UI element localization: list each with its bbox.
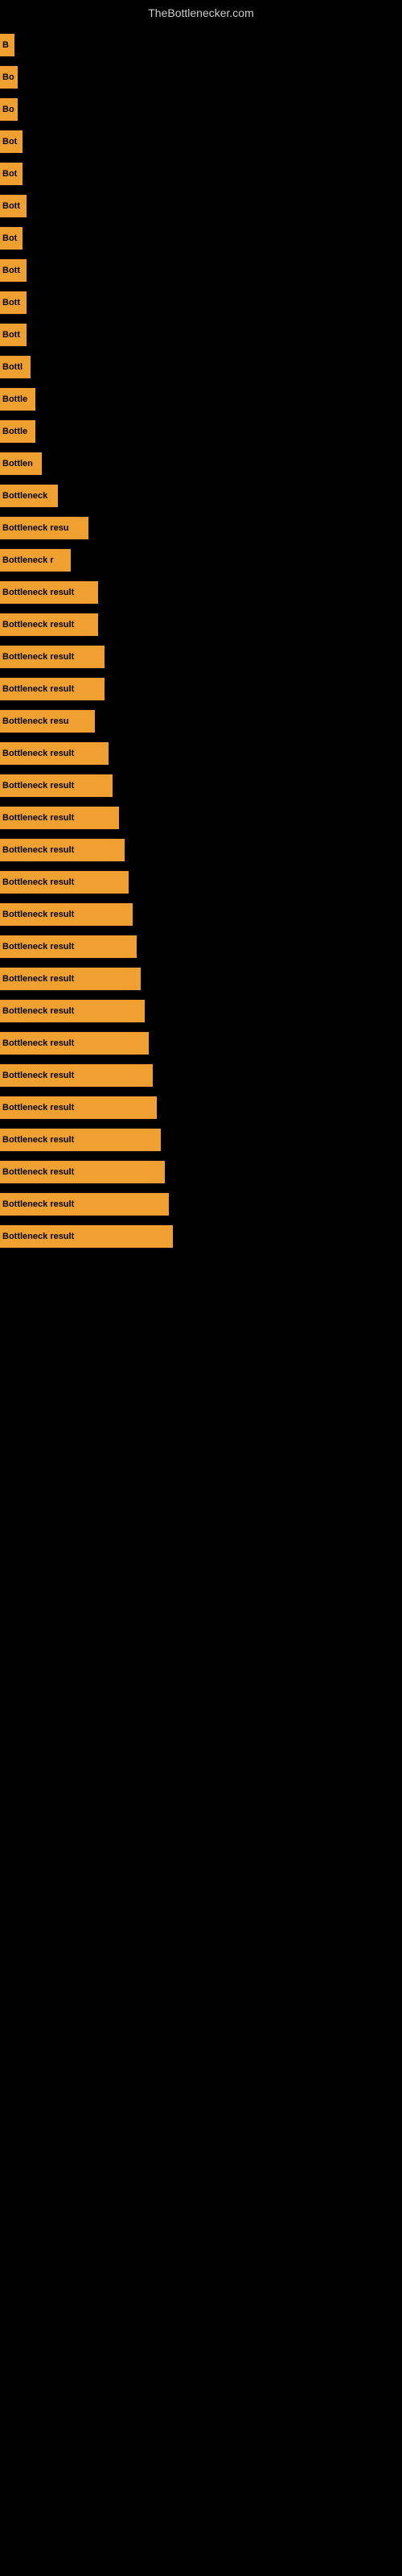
- bar-label: Bottleneck resu: [0, 517, 88, 539]
- bar-row: Bottleneck resu: [0, 705, 402, 737]
- bar-label: Bottleneck result: [0, 1096, 157, 1119]
- bar-row: Bottlen: [0, 448, 402, 480]
- bar-row: Bottle: [0, 383, 402, 415]
- bar-label: Bottleneck resu: [0, 710, 95, 733]
- bar-label: Bottleneck: [0, 485, 58, 507]
- bar-row: Bott: [0, 287, 402, 319]
- bar-label: Bo: [0, 98, 18, 121]
- bar-label: Bottleneck result: [0, 1064, 153, 1087]
- bar-label: B: [0, 34, 14, 56]
- bar-row: Bottleneck result: [0, 898, 402, 931]
- bar-label: Bott: [0, 195, 27, 217]
- bar-row: Bottle: [0, 415, 402, 448]
- bar-row: Bottleneck result: [0, 866, 402, 898]
- bar-row: Bottleneck result: [0, 834, 402, 866]
- bar-label: Bottleneck result: [0, 1193, 169, 1216]
- bar-label: Bottleneck result: [0, 968, 141, 990]
- site-title: TheBottlenecker.com: [0, 0, 402, 29]
- bar-row: Bottleneck result: [0, 641, 402, 673]
- bar-label: Bott: [0, 324, 27, 346]
- bar-label: Bottleneck result: [0, 1225, 173, 1248]
- bar-row: Bo: [0, 61, 402, 93]
- bar-row: Bottl: [0, 351, 402, 383]
- bar-label: Bottleneck result: [0, 646, 105, 668]
- bar-row: Bott: [0, 319, 402, 351]
- bar-label: Bottleneck r: [0, 549, 71, 572]
- bar-row: Bottleneck result: [0, 995, 402, 1027]
- bar-label: Bottleneck result: [0, 581, 98, 604]
- bar-label: Bottle: [0, 388, 35, 411]
- bar-row: B: [0, 29, 402, 61]
- bar-label: Bottleneck result: [0, 903, 133, 926]
- bar-row: Bottleneck result: [0, 1059, 402, 1092]
- bar-label: Bo: [0, 66, 18, 89]
- bar-row: Bottleneck result: [0, 963, 402, 995]
- bar-row: Bott: [0, 254, 402, 287]
- bar-label: Bottlen: [0, 452, 42, 475]
- bar-label: Bottleneck result: [0, 871, 129, 894]
- bar-label: Bottleneck result: [0, 1161, 165, 1183]
- bar-row: Bo: [0, 93, 402, 126]
- bar-row: Bottleneck result: [0, 673, 402, 705]
- bar-label: Bottleneck result: [0, 774, 113, 797]
- bar-label: Bottleneck result: [0, 1032, 149, 1055]
- bars-container: B Bo Bo Bot Bot Bott Bot Bott Bott Bott Bottl Bottl…: [0, 29, 402, 1253]
- bar-label: Bot: [0, 227, 23, 250]
- bar-row: Bottleneck result: [0, 1027, 402, 1059]
- bar-label: Bott: [0, 291, 27, 314]
- bar-row: Bot: [0, 126, 402, 158]
- bar-row: Bottleneck: [0, 480, 402, 512]
- bar-label: Bottleneck result: [0, 742, 109, 765]
- bar-row: Bottleneck result: [0, 1124, 402, 1156]
- bar-row: Bottleneck result: [0, 576, 402, 609]
- bar-label: Bottleneck result: [0, 839, 125, 861]
- bar-label: Bottleneck result: [0, 935, 137, 958]
- bar-row: Bottleneck r: [0, 544, 402, 576]
- bar-label: Bot: [0, 163, 23, 185]
- bar-row: Bottleneck result: [0, 737, 402, 770]
- bar-label: Bott: [0, 259, 27, 282]
- bar-row: Bottleneck result: [0, 609, 402, 641]
- bar-row: Bottleneck result: [0, 1220, 402, 1253]
- bar-row: Bot: [0, 158, 402, 190]
- bar-label: Bottleneck result: [0, 807, 119, 829]
- bar-row: Bottleneck result: [0, 1092, 402, 1124]
- bar-label: Bottleneck result: [0, 613, 98, 636]
- bar-label: Bottleneck result: [0, 1129, 161, 1151]
- bar-label: Bot: [0, 130, 23, 153]
- bar-row: Bottleneck result: [0, 770, 402, 802]
- bar-label: Bottle: [0, 420, 35, 443]
- bar-row: Bott: [0, 190, 402, 222]
- bar-label: Bottl: [0, 356, 31, 378]
- bar-row: Bot: [0, 222, 402, 254]
- bar-row: Bottleneck result: [0, 802, 402, 834]
- bar-label: Bottleneck result: [0, 678, 105, 700]
- bar-row: Bottleneck result: [0, 1156, 402, 1188]
- bar-row: Bottleneck result: [0, 931, 402, 963]
- bar-row: Bottleneck result: [0, 1188, 402, 1220]
- bar-label: Bottleneck result: [0, 1000, 145, 1022]
- bar-row: Bottleneck resu: [0, 512, 402, 544]
